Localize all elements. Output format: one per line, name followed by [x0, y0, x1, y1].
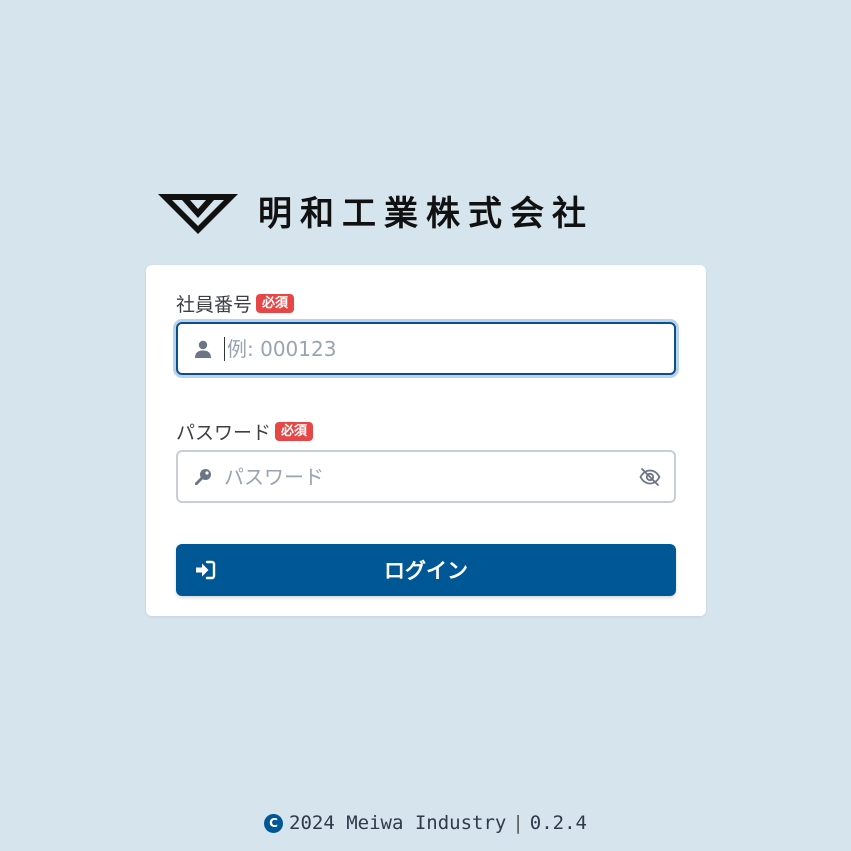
required-badge: 必須 [256, 294, 295, 313]
company-logo: 明和工業株式会社 [158, 192, 594, 236]
password-label-row: パスワード 必須 [176, 418, 314, 445]
login-page: 明和工業株式会社 社員番号 必須 パスワード 必須 [0, 0, 851, 851]
password-field[interactable] [176, 450, 676, 503]
eye-slash-icon[interactable] [626, 452, 674, 501]
app-version: 0.2.4 [529, 812, 587, 834]
password-input[interactable] [224, 452, 626, 501]
employee-id-label: 社員番号 [176, 294, 253, 316]
user-icon [178, 324, 224, 373]
employee-id-input[interactable] [227, 324, 674, 373]
meiwa-v-logo-icon [158, 192, 238, 236]
footer: C 2024 Meiwa Industry | 0.2.4 [0, 812, 851, 834]
employee-id-label-row: 社員番号 必須 [176, 290, 295, 317]
copyright-text: 2024 Meiwa Industry [289, 812, 507, 834]
login-button-label: ログイン [384, 560, 468, 583]
sign-in-icon [194, 559, 216, 581]
employee-id-field[interactable] [176, 322, 676, 375]
text-cursor [224, 336, 225, 361]
company-name: 明和工業株式会社 [258, 194, 594, 234]
login-card: 社員番号 必須 パスワード 必須 [146, 265, 706, 616]
required-badge: 必須 [275, 422, 314, 441]
login-button[interactable]: ログイン [176, 544, 676, 596]
password-label: パスワード [176, 422, 272, 444]
copyright-icon: C [264, 813, 283, 833]
key-icon [178, 452, 224, 501]
footer-separator: | [512, 812, 524, 834]
